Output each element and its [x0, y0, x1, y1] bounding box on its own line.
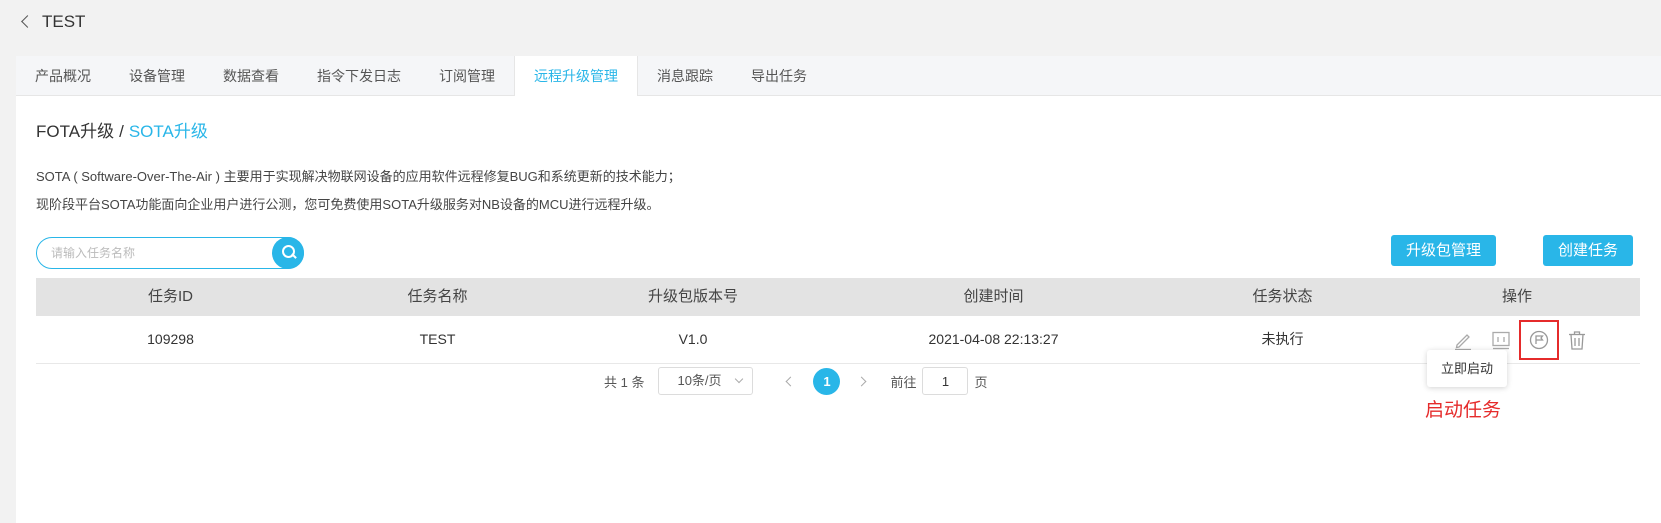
chevron-left-icon[interactable] — [777, 367, 801, 395]
breadcrumb-sota: SOTA升级 — [128, 122, 208, 141]
content-panel: FOTA升级 / SOTA升级 SOTA ( Software-Over-The-A… — [16, 96, 1661, 523]
chevron-left-icon[interactable] — [18, 13, 34, 33]
tab-device-management[interactable]: 设备管理 — [110, 56, 204, 96]
page-number-current[interactable]: 1 — [813, 367, 841, 395]
delete-icon[interactable] — [1565, 328, 1589, 352]
description-line-2: 现阶段平台SOTA功能面向企业用户进行公测，您可免费使用SOTA升级服务对NB设… — [36, 197, 660, 212]
pagination-total: 共 1 条 — [604, 374, 645, 390]
top-bar: TEST — [0, 0, 1661, 50]
column-header-created: 创建时间 — [963, 288, 1024, 305]
table-header: 任务ID 任务名称 升级包版本号 创建时间 任务状态 操作 — [36, 278, 1640, 316]
column-header-task-name: 任务名称 — [407, 288, 468, 305]
breadcrumb-fota[interactable]: FOTA升级 — [36, 122, 114, 141]
tab-data-view[interactable]: 数据查看 — [204, 56, 298, 96]
cell-created: 2021-04-08 22:13:27 — [928, 331, 1059, 347]
cell-task-id: 109298 — [147, 331, 194, 347]
create-task-button[interactable]: 创建任务 — [1543, 235, 1634, 266]
tab-message-trace[interactable]: 消息跟踪 — [638, 56, 732, 96]
breadcrumb-separator: / — [119, 122, 124, 141]
package-manage-button[interactable]: 升级包管理 — [1391, 235, 1497, 266]
edit-icon[interactable] — [1451, 328, 1475, 352]
table-row: 109298 TEST V1.0 2021-04-08 22:13:27 未执行 — [36, 316, 1640, 364]
tab-command-log[interactable]: 指令下发日志 — [298, 56, 420, 96]
tab-bar: 产品概况 设备管理 数据查看 指令下发日志 订阅管理 远程升级管理 消息跟踪 导… — [16, 56, 1661, 97]
search-icon[interactable] — [272, 237, 304, 269]
column-header-version: 升级包版本号 — [647, 288, 738, 305]
tab-subscription[interactable]: 订阅管理 — [420, 56, 514, 96]
tab-remote-upgrade[interactable]: 远程升级管理 — [514, 56, 638, 97]
page-size-select[interactable]: 10条/页 — [658, 367, 754, 395]
monitor-icon[interactable] — [1489, 328, 1513, 352]
cell-version: V1.0 — [678, 331, 708, 347]
description-line-1: SOTA ( Software-Over-The-Air ) 主要用于实现解决物… — [36, 169, 681, 184]
cell-status: 未执行 — [1261, 331, 1304, 347]
column-header-actions: 操作 — [1501, 288, 1532, 305]
pagination: 共 1 条 10条/页 1 前往 页 — [604, 367, 988, 395]
goto-page-input[interactable] — [922, 367, 969, 395]
chevron-right-icon[interactable] — [852, 367, 876, 395]
breadcrumb: FOTA升级 / SOTA升级 — [36, 117, 208, 142]
column-header-status: 任务状态 — [1252, 288, 1313, 305]
goto-label: 前往 — [890, 374, 917, 390]
search-box — [36, 237, 304, 269]
start-now-tooltip: 立即启动 — [1427, 350, 1508, 387]
start-task-annotation: 启动任务 — [1425, 400, 1502, 421]
cell-task-name: TEST — [419, 331, 456, 347]
page-unit-label: 页 — [974, 374, 988, 390]
column-header-task-id: 任务ID — [147, 288, 193, 305]
tab-product-overview[interactable]: 产品概况 — [16, 56, 110, 96]
app-title: TEST — [42, 12, 86, 31]
start-task-icon[interactable] — [1519, 319, 1559, 360]
search-input[interactable] — [51, 238, 261, 268]
tab-export-tasks[interactable]: 导出任务 — [732, 56, 826, 96]
